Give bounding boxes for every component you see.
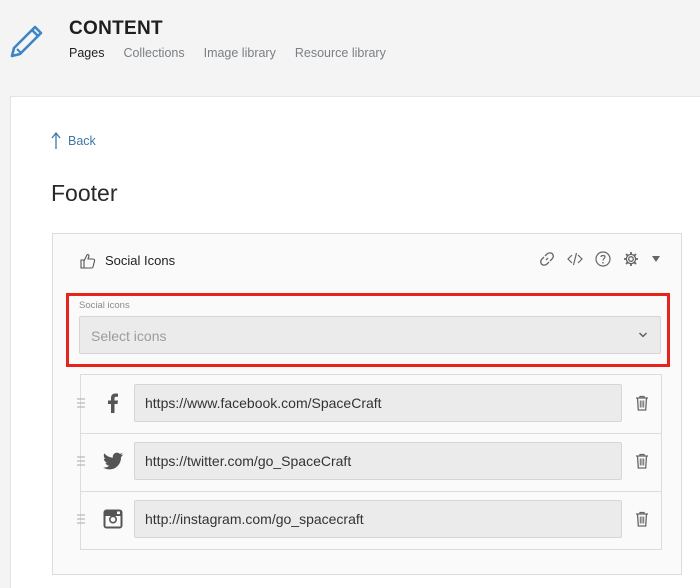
nav-image-library[interactable]: Image library [204,46,276,60]
drag-handle-icon[interactable] [77,397,85,409]
thumbs-up-icon [80,254,96,269]
card-header: Social Icons [53,234,681,290]
app-header: CONTENT Pages Collections Image library … [0,0,700,90]
twitter-icon [103,452,123,470]
social-icons-select[interactable]: Select icons [79,316,661,354]
drag-handle-icon[interactable] [77,513,85,525]
social-row-instagram [77,491,661,549]
social-row-facebook [77,375,661,434]
settings-icon[interactable] [623,251,639,267]
page-title: Footer [51,180,118,206]
top-nav: Pages Collections Image library Resource… [69,46,386,60]
trash-icon[interactable] [635,395,649,411]
instagram-icon [103,509,123,529]
pencil-logo-icon [10,25,43,58]
social-links-list [77,374,662,550]
social-row-twitter [77,433,661,492]
facebook-url-input[interactable] [134,384,622,422]
nav-collections[interactable]: Collections [123,46,184,60]
back-label: Back [68,134,96,148]
code-icon[interactable] [567,251,583,267]
trash-icon[interactable] [635,511,649,527]
instagram-url-input[interactable] [134,500,622,538]
social-icons-label: Social icons [79,300,130,311]
nav-resource-library[interactable]: Resource library [295,46,386,60]
twitter-url-input[interactable] [134,442,622,480]
chevron-down-icon [639,332,647,338]
drag-handle-icon[interactable] [77,455,85,467]
card-title: Social Icons [105,253,176,268]
app-title: CONTENT [69,18,163,39]
back-link[interactable]: Back [50,132,96,150]
arrow-up-icon [51,132,61,149]
panel-divider [16,90,700,97]
nav-pages[interactable]: Pages [69,46,104,60]
select-placeholder: Select icons [91,328,167,344]
help-icon[interactable] [595,251,611,267]
caret-down-icon[interactable] [651,254,661,264]
link-icon[interactable] [539,251,555,267]
facebook-icon [108,393,118,413]
card-toolbar [539,251,661,267]
trash-icon[interactable] [635,453,649,469]
